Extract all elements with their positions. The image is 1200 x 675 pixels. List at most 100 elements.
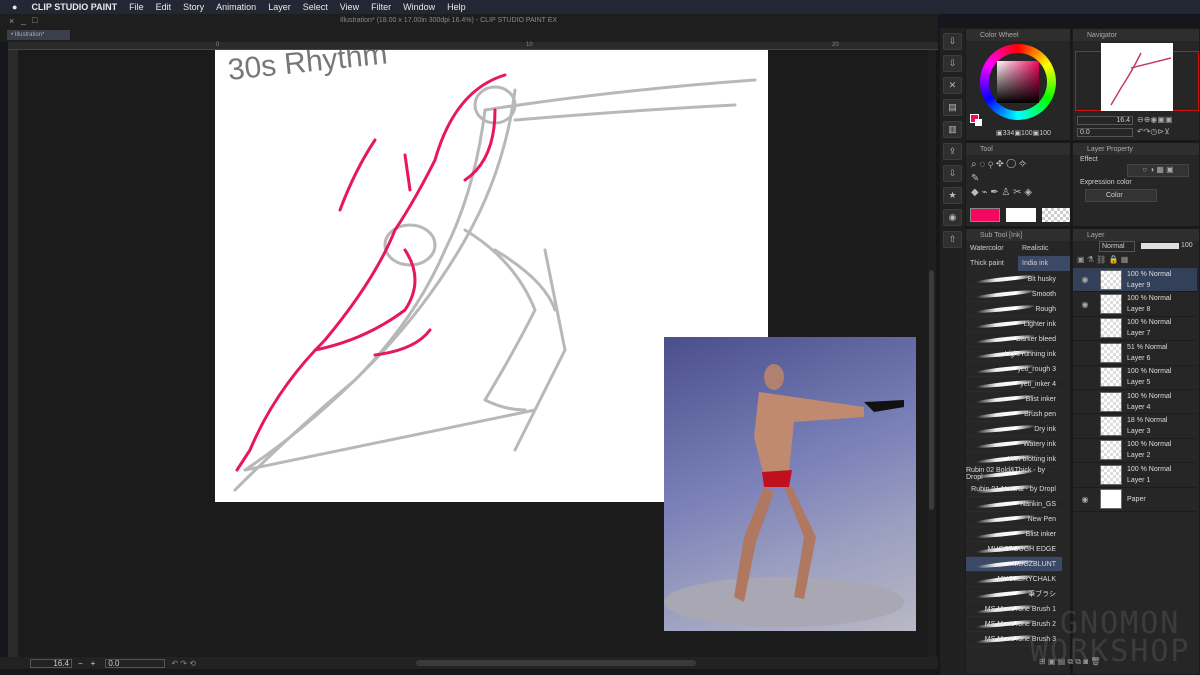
layer-row[interactable]: 51 % Normal Layer 6	[1073, 341, 1197, 366]
rotate-icons[interactable]: ↶ ↷ ⟲	[171, 659, 196, 668]
layer-row[interactable]: 100 % Normal Layer 2	[1073, 439, 1197, 464]
layer-row[interactable]: ◉ 100 % Normal Layer 9	[1073, 268, 1197, 293]
navigator-preview[interactable]	[1101, 43, 1173, 111]
menu-view[interactable]: View	[340, 2, 359, 12]
sub-tool-item[interactable]: MS MonoTone Brush 2	[966, 617, 1062, 632]
reference-photo[interactable]	[664, 337, 916, 631]
sub-tool-item[interactable]: MUGZBLUNT	[966, 557, 1062, 572]
status-bar: 16.4 − + 0.0 ↶ ↷ ⟲	[0, 657, 938, 669]
sub-tool-item[interactable]: Watery ink	[966, 437, 1062, 452]
vertical-scrollbar[interactable]	[928, 50, 936, 657]
folder-icon[interactable]: ▤	[943, 99, 962, 116]
blend-mode-select[interactable]: Normal	[1099, 241, 1135, 252]
navigator-zoom-field[interactable]: 16.4	[1077, 116, 1133, 125]
app-name[interactable]: CLIP STUDIO PAINT	[31, 2, 117, 12]
sub-tool-item[interactable]: yeti_rough 3	[966, 362, 1062, 377]
export-icon[interactable]: ⇪	[943, 143, 962, 160]
menu-window[interactable]: Window	[403, 2, 435, 12]
sub-tool-item[interactable]: Bit husky	[966, 272, 1062, 287]
upload-icon[interactable]: ⇧	[943, 231, 962, 248]
zoom-field[interactable]: 16.4	[30, 658, 72, 668]
sub-tool-item[interactable]: Blist inker	[966, 527, 1062, 542]
sub-tool-item[interactable]: New Pen	[966, 512, 1062, 527]
sub-tool-item[interactable]: Darker bleed	[966, 332, 1062, 347]
effect-buttons[interactable]: ○ ◑ ▦ ▣	[1127, 164, 1189, 177]
sub-tool-item[interactable]: Rubin 01 Natural - by Dropl	[966, 482, 1062, 497]
sub-tool-item[interactable]: Dry ink	[966, 422, 1062, 437]
title-bar: × _ □ Illustration* (18.00 x 17.00in 300…	[0, 14, 938, 28]
angle-field[interactable]: 0.0	[105, 658, 166, 668]
menu-filter[interactable]: Filter	[371, 2, 391, 12]
layer-row[interactable]: 100 % Normal Layer 7	[1073, 317, 1197, 342]
menu-file[interactable]: File	[129, 2, 144, 12]
layer-thumbnail	[1100, 440, 1122, 461]
zoom-out-button[interactable]: −	[78, 659, 83, 668]
layer-row[interactable]: ◉ 100 % Normal Layer 8	[1073, 292, 1197, 317]
layer-row[interactable]: 18 % Normal Layer 3	[1073, 414, 1197, 439]
import-icon[interactable]: ⇩	[943, 33, 962, 50]
sub-tool-item[interactable]: Lighter ink	[966, 317, 1062, 332]
opacity-value[interactable]: 100	[1181, 242, 1193, 249]
main-color-chip[interactable]	[970, 208, 1000, 222]
minimize-window-button[interactable]: _	[21, 15, 26, 25]
menu-layer[interactable]: Layer	[268, 2, 291, 12]
sub-tool-item[interactable]: Nankin_GS	[966, 497, 1062, 512]
sub-tool-item[interactable]: Rough	[966, 302, 1062, 317]
sub-tool-item[interactable]: Rubin 02 Bold&Thick - by Dropl	[966, 467, 1062, 482]
sub-tool-item[interactable]: MUGZDRYCHALK	[966, 572, 1062, 587]
menu-animation[interactable]: Animation	[216, 2, 256, 12]
sub-tool-tab[interactable]: Realistic	[1018, 241, 1070, 256]
document-icon[interactable]: ▥	[943, 121, 962, 138]
download-icon[interactable]: ⇩	[943, 165, 962, 182]
visibility-eye-icon[interactable]: ◉	[1073, 300, 1097, 309]
sub-tool-item[interactable]: Light running ink	[966, 347, 1062, 362]
close-window-button[interactable]: ×	[9, 16, 14, 26]
sub-tool-tab[interactable]: Thick paint	[966, 256, 1018, 271]
zoom-in-button[interactable]: +	[91, 659, 96, 668]
apple-icon[interactable]: ●	[12, 2, 17, 12]
saturation-value-square[interactable]	[997, 61, 1039, 103]
document-tab[interactable]: • Illustration*	[7, 30, 70, 40]
menu-edit[interactable]: Edit	[156, 2, 172, 12]
camera-icon[interactable]: ◉	[943, 209, 962, 226]
sub-tool-item[interactable]: yeti_inker 4	[966, 377, 1062, 392]
navigator-rotate-buttons[interactable]: ↶↷◷⊳⊻	[1137, 127, 1170, 136]
sub-tool-item[interactable]: Blist inker	[966, 392, 1062, 407]
save-icon[interactable]: ⇩	[943, 55, 962, 72]
menu-select[interactable]: Select	[303, 2, 328, 12]
close-doc-icon[interactable]: ✕	[943, 77, 962, 94]
layer-row[interactable]: 100 % Normal Layer 5	[1073, 366, 1197, 390]
tool-icons[interactable]: ⌕ ◌ ⚲ ✥ ◯ ✧ ✎ ◆ ⌁ ✒ ♙ ✂ ◈	[966, 155, 1070, 203]
menu-story[interactable]: Story	[183, 2, 204, 12]
star-icon[interactable]: ★	[943, 187, 962, 204]
navigator-angle-field[interactable]: 0.0	[1077, 128, 1133, 137]
sub-color-chip[interactable]	[1006, 208, 1036, 222]
layer-row[interactable]: 100 % Normal Layer 4	[1073, 390, 1197, 415]
layer-list: ◉ 100 % Normal Layer 9 ◉ 100 % Normal Layer 8…	[1073, 268, 1197, 512]
transparent-color-chip[interactable]	[1042, 208, 1070, 222]
menu-bar: ● CLIP STUDIO PAINT File Edit Story Anim…	[0, 0, 1200, 14]
sub-tool-item[interactable]: Smooth	[966, 287, 1062, 302]
expression-color-select[interactable]: Color	[1085, 189, 1157, 202]
sub-tool-item[interactable]: MUGZROUGH EDGE	[966, 542, 1062, 557]
menu-help[interactable]: Help	[447, 2, 466, 12]
sub-tool-tab-active[interactable]: India ink	[1018, 256, 1070, 271]
sub-tool-item[interactable]: Wet blotting ink	[966, 452, 1062, 467]
layer-mode: 100 % Normal	[1127, 392, 1172, 400]
opacity-slider[interactable]	[1141, 243, 1179, 249]
navigator-zoom-buttons[interactable]: ⊖⊕◉▣▣	[1137, 115, 1173, 124]
maximize-window-button[interactable]: □	[32, 15, 37, 25]
horizontal-scrollbar[interactable]	[415, 660, 696, 666]
hue-ring[interactable]	[980, 44, 1056, 120]
paper-layer-row[interactable]: ◉ Paper	[1073, 488, 1197, 512]
sub-tool-tab[interactable]: Watercolor	[966, 241, 1018, 256]
sub-tool-item[interactable]: 筆ブラシ	[966, 587, 1062, 602]
layer-mode: 100 % Normal	[1127, 270, 1172, 278]
layer-row[interactable]: 100 % Normal Layer 1	[1073, 463, 1197, 488]
sub-color-swatch[interactable]	[975, 119, 982, 126]
sub-tool-item[interactable]: Brush pen	[966, 407, 1062, 422]
sub-tool-item[interactable]: MS MonoTone Brush 1	[966, 602, 1062, 617]
visibility-eye-icon[interactable]: ◉	[1073, 275, 1097, 284]
visibility-eye-icon[interactable]: ◉	[1073, 495, 1097, 504]
layer-toolbar-icons[interactable]: ▣ ⚗ ⛓ 🔒 ▦	[1077, 255, 1128, 264]
